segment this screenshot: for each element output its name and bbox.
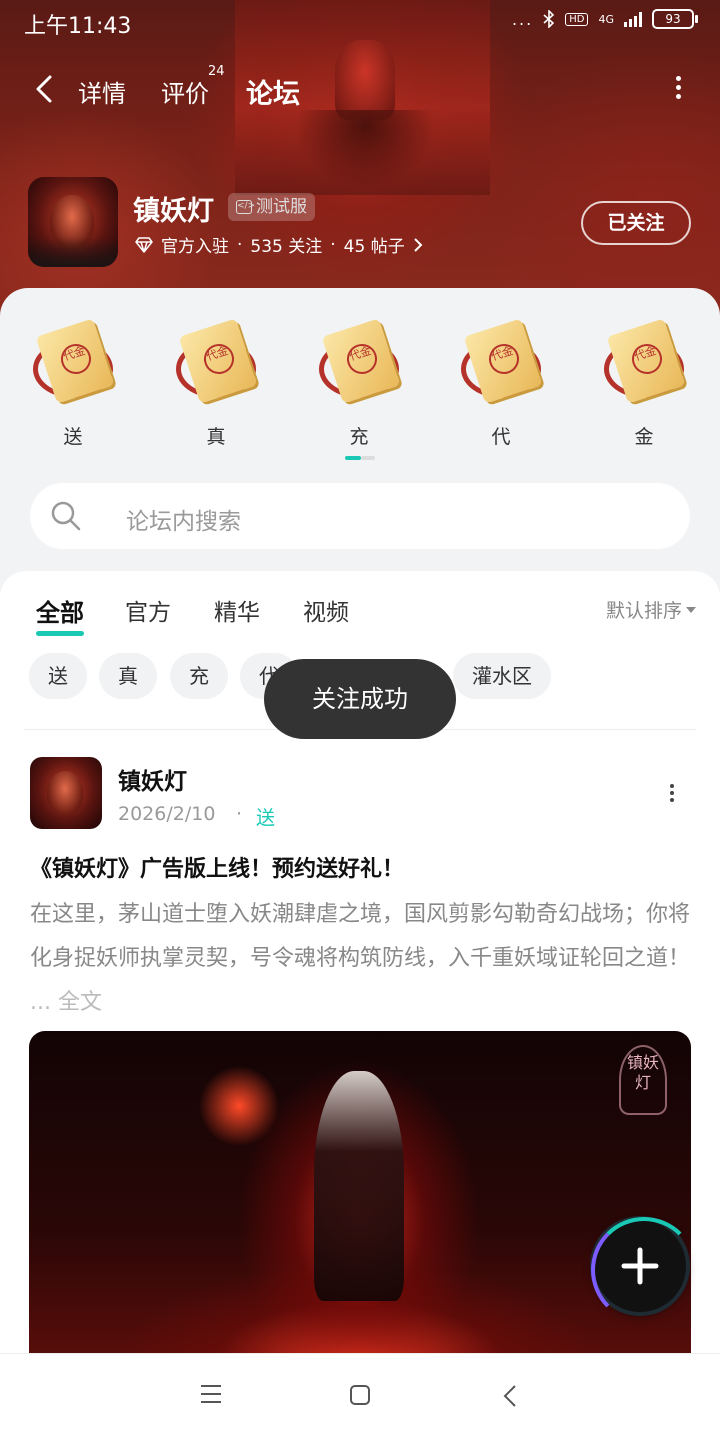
sort-label: 默认排序 bbox=[605, 600, 682, 622]
system-nav-bar bbox=[0, 1353, 720, 1440]
sort-dropdown[interactable]: 默认排序 bbox=[606, 596, 696, 623]
signal-icon bbox=[624, 11, 642, 27]
hd-icon: HD bbox=[565, 12, 589, 26]
category-label: 真 bbox=[206, 426, 226, 448]
network-label: 4G bbox=[598, 12, 614, 26]
battery-level: 93 bbox=[652, 9, 694, 29]
toast-message: 关注成功 bbox=[264, 659, 456, 739]
caret-down-icon bbox=[686, 606, 696, 613]
category-label: 代 bbox=[491, 426, 511, 448]
voucher-icon: 代金 bbox=[600, 318, 688, 406]
review-count-badge: 24 bbox=[208, 64, 225, 79]
feed-tab-all[interactable]: 全部 bbox=[36, 593, 84, 636]
test-server-badge: </> 测试服 bbox=[228, 193, 315, 221]
follower-count: 535 关注 bbox=[250, 237, 323, 257]
author-avatar[interactable] bbox=[30, 757, 102, 829]
meta-separator: · bbox=[330, 234, 336, 255]
feed-tab-featured[interactable]: 精华 bbox=[214, 593, 260, 627]
category-item[interactable]: 代金 金 bbox=[599, 318, 689, 449]
search-bar[interactable]: 论坛内搜索 bbox=[30, 483, 690, 549]
voucher-icon: 代金 bbox=[29, 318, 117, 406]
feed-tab-video[interactable]: 视频 bbox=[303, 593, 349, 627]
category-item[interactable]: 代金 真 bbox=[171, 318, 261, 449]
filter-chip[interactable]: 充 bbox=[170, 653, 228, 699]
post-more-icon[interactable] bbox=[668, 784, 676, 804]
status-time: 上午11:43 bbox=[24, 14, 132, 39]
bluetooth-icon bbox=[543, 10, 555, 28]
filter-chip[interactable]: 送 bbox=[29, 653, 87, 699]
post-body-ellipsis: ... bbox=[30, 990, 51, 1015]
chevron-right-icon bbox=[414, 237, 423, 252]
search-input[interactable]: 论坛内搜索 bbox=[126, 502, 241, 536]
filter-chip[interactable]: 真 bbox=[99, 653, 157, 699]
post-body-text: 在这里，茅山道士堕入妖潮肆虐之境，国风剪影勾勒奇幻战场；你将化身捉妖师执掌灵契，… bbox=[30, 902, 691, 971]
back-arrow-icon[interactable] bbox=[30, 74, 60, 104]
category-item[interactable]: 代金 充 bbox=[314, 318, 404, 449]
post-meta-separator: · bbox=[236, 803, 243, 825]
category-item[interactable]: 代金 送 bbox=[28, 318, 118, 449]
tab-review[interactable]: 评价 bbox=[161, 74, 209, 109]
page-indicator bbox=[345, 456, 375, 460]
top-nav: 详情 评价 24 论坛 bbox=[0, 60, 720, 120]
category-label: 金 bbox=[634, 426, 654, 448]
code-icon: </> bbox=[236, 200, 255, 214]
category-label: 充 bbox=[349, 426, 369, 448]
post-date: 2026/2/10 bbox=[118, 803, 216, 825]
post-author[interactable]: 镇妖灯 bbox=[118, 762, 187, 796]
tab-detail[interactable]: 详情 bbox=[78, 74, 126, 109]
back-icon[interactable] bbox=[503, 1384, 517, 1408]
home-icon[interactable] bbox=[349, 1384, 371, 1406]
voucher-icon: 代金 bbox=[315, 318, 403, 406]
game-meta[interactable]: 官方入驻 · 535 关注 · 45 帖子 bbox=[135, 232, 423, 257]
diamond-icon bbox=[135, 236, 153, 253]
test-server-label: 测试服 bbox=[256, 197, 307, 217]
notification-dots: ... bbox=[511, 9, 534, 29]
post-title[interactable]: 《镇妖灯》广告版上线！预约送好礼！ bbox=[30, 851, 404, 883]
game-name: 镇妖灯 bbox=[133, 196, 214, 227]
search-icon bbox=[51, 501, 81, 531]
status-bar: 上午11:43 ... HD 4G 93 bbox=[0, 0, 720, 44]
category-label: 送 bbox=[63, 426, 83, 448]
header-background bbox=[0, 0, 720, 330]
post-tag[interactable]: 送 bbox=[256, 803, 275, 830]
game-icon[interactable] bbox=[28, 177, 118, 267]
followed-button[interactable]: 已关注 bbox=[581, 201, 691, 245]
tab-forum[interactable]: 论坛 bbox=[246, 72, 300, 111]
menu-icon[interactable] bbox=[200, 1384, 222, 1404]
post-image[interactable]: 镇妖灯 bbox=[29, 1031, 691, 1361]
official-label: 官方入驻 bbox=[161, 237, 229, 257]
post-body[interactable]: 在这里，茅山道士堕入妖潮肆虐之境，国风剪影勾勒奇幻战场；你将化身捉妖师执掌灵契，… bbox=[30, 893, 694, 1025]
more-options-icon[interactable] bbox=[674, 76, 682, 102]
meta-separator: · bbox=[237, 234, 243, 255]
game-logo-watermark: 镇妖灯 bbox=[619, 1045, 667, 1115]
category-item[interactable]: 代金 代 bbox=[456, 318, 546, 449]
battery-icon: 93 bbox=[652, 9, 698, 29]
post-count: 45 帖子 bbox=[343, 237, 405, 257]
voucher-icon: 代金 bbox=[457, 318, 545, 406]
feed-tab-official[interactable]: 官方 bbox=[125, 593, 171, 627]
character-figure bbox=[314, 1071, 404, 1301]
plus-icon bbox=[621, 1247, 659, 1285]
voucher-icon: 代金 bbox=[172, 318, 260, 406]
read-more-link[interactable]: 全文 bbox=[58, 990, 102, 1015]
filter-chip[interactable]: 灌水区 bbox=[453, 653, 551, 699]
create-post-button[interactable] bbox=[591, 1217, 697, 1323]
